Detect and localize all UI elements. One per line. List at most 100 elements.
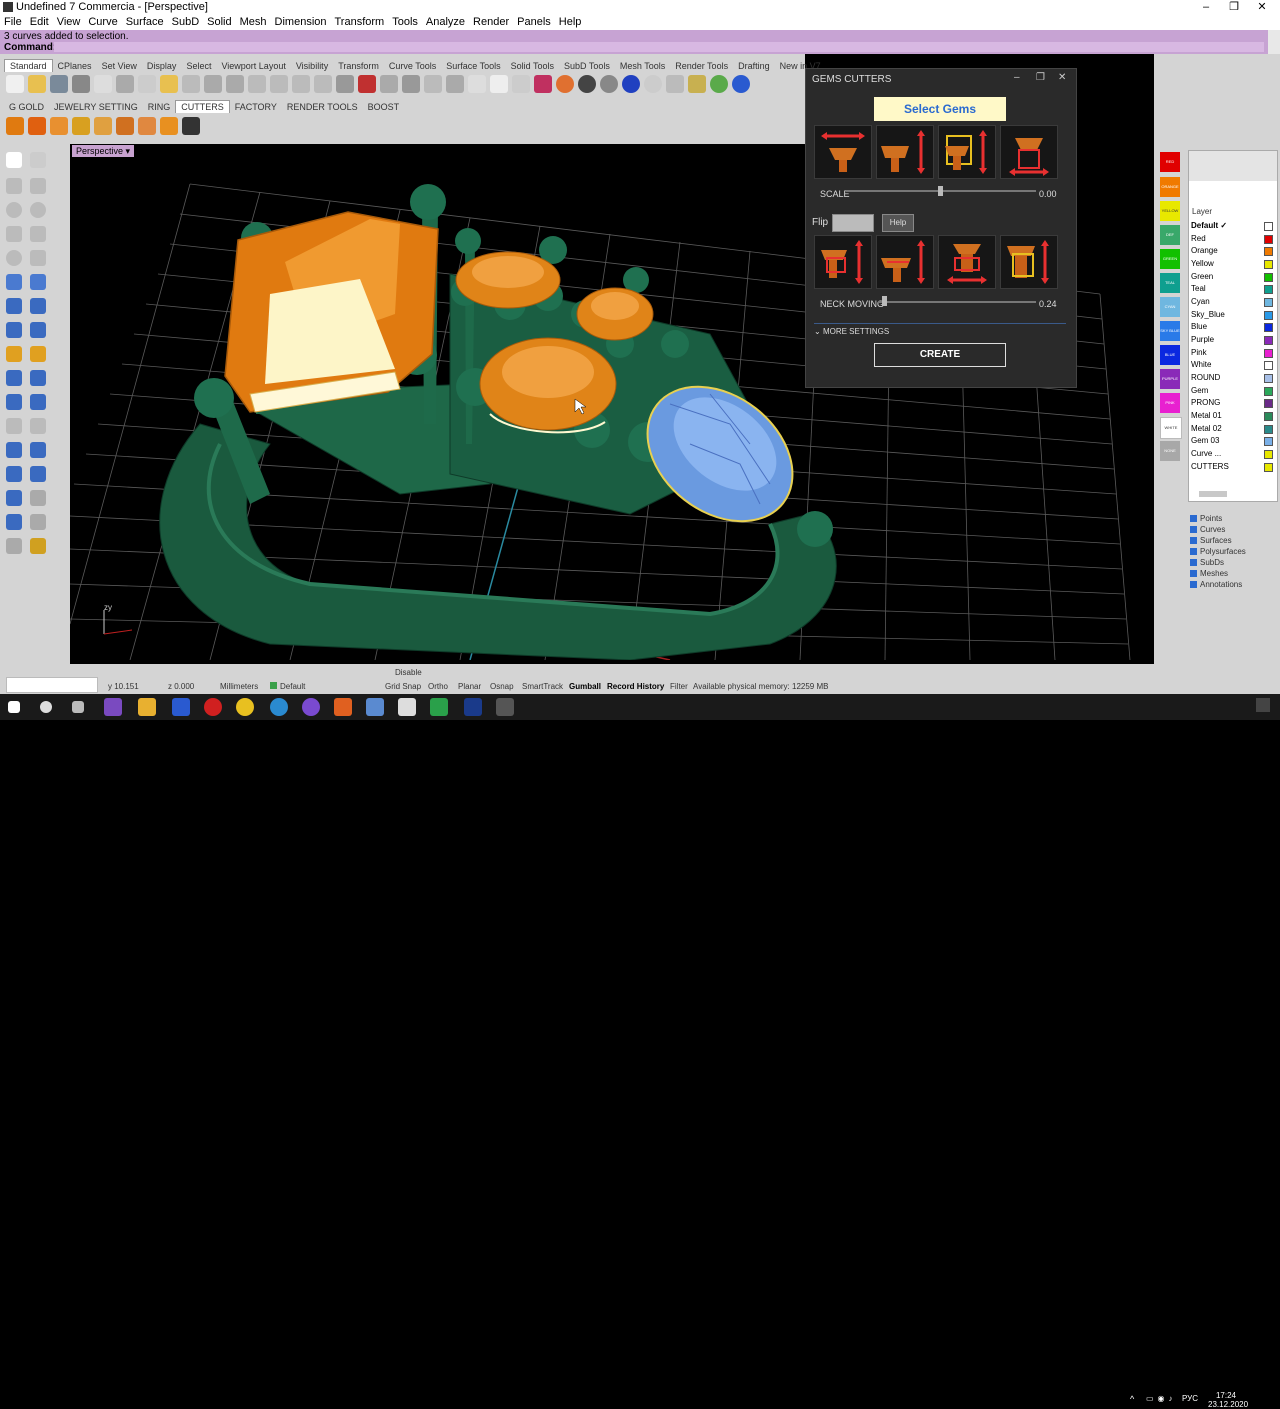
tab-display[interactable]: Display: [142, 60, 182, 72]
menu-file[interactable]: File: [0, 15, 26, 29]
menu-panels[interactable]: Panels: [513, 15, 555, 29]
cut-icon[interactable]: [116, 75, 134, 93]
layer-color-swatch[interactable]: [1264, 222, 1273, 231]
menu-analyze[interactable]: Analyze: [422, 15, 469, 29]
layer-icon[interactable]: [468, 75, 486, 93]
check-icon[interactable]: [30, 514, 46, 530]
command-scrollbar[interactable]: [1268, 30, 1280, 54]
freeform-icon[interactable]: [30, 250, 46, 266]
chrome-icon[interactable]: [236, 698, 254, 716]
neck-length-button[interactable]: [938, 235, 996, 289]
filter-toggle[interactable]: Filter: [670, 682, 688, 691]
layer-color-swatch[interactable]: [1264, 323, 1273, 332]
menu-mesh[interactable]: Mesh: [236, 15, 271, 29]
layer-row[interactable]: White: [1191, 359, 1275, 371]
curve-tools-icon[interactable]: [30, 418, 46, 434]
rotate-view-icon[interactable]: [226, 75, 244, 93]
tab-solid-tools[interactable]: Solid Tools: [506, 60, 559, 72]
cutter-row-icon[interactable]: [94, 117, 112, 135]
surface-icon[interactable]: [6, 274, 22, 290]
cutter-height-button[interactable]: [876, 125, 934, 179]
layer-color-swatch[interactable]: [1264, 450, 1273, 459]
layer-color-swatch[interactable]: [1264, 311, 1273, 320]
filter-item[interactable]: Meshes: [1190, 569, 1228, 579]
explode-icon[interactable]: [6, 346, 22, 362]
layer-row[interactable]: Yellow: [1191, 258, 1275, 270]
show-icon[interactable]: [380, 75, 398, 93]
neck-depth-button[interactable]: [1000, 235, 1058, 289]
polyline-icon[interactable]: [6, 178, 22, 194]
checkbox-icon[interactable]: [1190, 515, 1197, 523]
checkbox-icon[interactable]: [1190, 581, 1197, 589]
tab-render-tools[interactable]: Render Tools: [670, 60, 733, 72]
options-gear-icon[interactable]: [666, 75, 684, 93]
layer-color-swatch[interactable]: [1264, 387, 1273, 396]
file-explorer-icon[interactable]: [138, 698, 156, 716]
layer-row[interactable]: Blue: [1191, 321, 1275, 333]
color-button-none[interactable]: NONE: [1160, 441, 1180, 461]
create-button[interactable]: CREATE: [874, 343, 1006, 367]
checkbox-icon[interactable]: [1190, 526, 1197, 534]
color-button-red[interactable]: RED: [1160, 152, 1180, 172]
loft-icon[interactable]: [30, 274, 46, 290]
open-folder-icon[interactable]: [28, 75, 46, 93]
layer-color-swatch[interactable]: [1264, 412, 1273, 421]
osnap-toggle[interactable]: Osnap: [490, 682, 514, 691]
filter-item[interactable]: Points: [1190, 514, 1222, 524]
layer-color-swatch[interactable]: [1264, 235, 1273, 244]
viber-icon[interactable]: [302, 698, 320, 716]
ortho-toggle[interactable]: Ortho: [428, 682, 448, 691]
layer-row[interactable]: CUTTERS: [1191, 461, 1275, 473]
tab-visibility[interactable]: Visibility: [291, 60, 333, 72]
cutter-pave-icon[interactable]: [50, 117, 68, 135]
ghosted-sphere-icon[interactable]: [644, 75, 662, 93]
more-settings-expander[interactable]: ⌄ MORE SETTINGS: [814, 323, 1066, 340]
menu-surface[interactable]: Surface: [122, 15, 168, 29]
color-button-cyan[interactable]: CYAN: [1160, 297, 1180, 317]
ring-model[interactable]: [159, 184, 837, 660]
layer-row[interactable]: Sky_Blue: [1191, 309, 1275, 321]
viewport-title[interactable]: Perspective ▾: [72, 145, 134, 157]
tab-drafting[interactable]: Drafting: [733, 60, 775, 72]
array-icon[interactable]: [30, 466, 46, 482]
cutter-width-button[interactable]: [814, 125, 872, 179]
text-icon[interactable]: [6, 442, 22, 458]
layer-color-swatch[interactable]: [1264, 437, 1273, 446]
tab-standard[interactable]: Standard: [4, 59, 53, 72]
select-arrow-icon[interactable]: [6, 152, 22, 168]
cutter-array-icon[interactable]: [160, 117, 178, 135]
menu-solid[interactable]: Solid: [203, 15, 235, 29]
tab-subd-tools[interactable]: SubD Tools: [559, 60, 615, 72]
hide-icon[interactable]: [402, 75, 420, 93]
neck-moving-slider-knob[interactable]: [882, 296, 887, 306]
circle-icon[interactable]: [6, 202, 22, 218]
layer-row[interactable]: Metal 02: [1191, 423, 1275, 435]
sphere-solid-icon[interactable]: [30, 298, 46, 314]
system-clock[interactable]: 17:24 23.12.2020: [1208, 1391, 1248, 1409]
cutter-settings-icon[interactable]: [182, 117, 200, 135]
save-icon[interactable]: [50, 75, 68, 93]
task-view-icon[interactable]: [72, 701, 84, 713]
layer-row[interactable]: Green: [1191, 271, 1275, 283]
filter-item[interactable]: Surfaces: [1190, 536, 1232, 546]
help-icon[interactable]: [732, 75, 750, 93]
tab-cutters[interactable]: CUTTERS: [175, 100, 230, 113]
photoshop-icon[interactable]: [464, 698, 482, 716]
tab-jewelry-setting[interactable]: JEWELRY SETTING: [49, 101, 143, 113]
menu-view[interactable]: View: [53, 15, 85, 29]
tab-set-view[interactable]: Set View: [97, 60, 142, 72]
dialog-minimize-button[interactable]: –: [1014, 72, 1020, 83]
layer-color-swatch[interactable]: [1264, 260, 1273, 269]
layer-color-swatch[interactable]: [1264, 273, 1273, 282]
layer-color-swatch[interactable]: [1264, 298, 1273, 307]
command-input[interactable]: [54, 42, 1264, 52]
flip-toggle[interactable]: [832, 214, 874, 232]
render-icon[interactable]: [30, 538, 46, 554]
print-icon[interactable]: [72, 75, 90, 93]
tab-ring[interactable]: RING: [143, 101, 176, 113]
close-button[interactable]: ✕: [1244, 0, 1280, 15]
layer-row[interactable]: Teal: [1191, 283, 1275, 295]
dialog-maximize-button[interactable]: ❐: [1036, 72, 1045, 83]
select-gems-button[interactable]: Select Gems: [874, 97, 1006, 121]
units-label[interactable]: Millimeters: [220, 682, 258, 691]
